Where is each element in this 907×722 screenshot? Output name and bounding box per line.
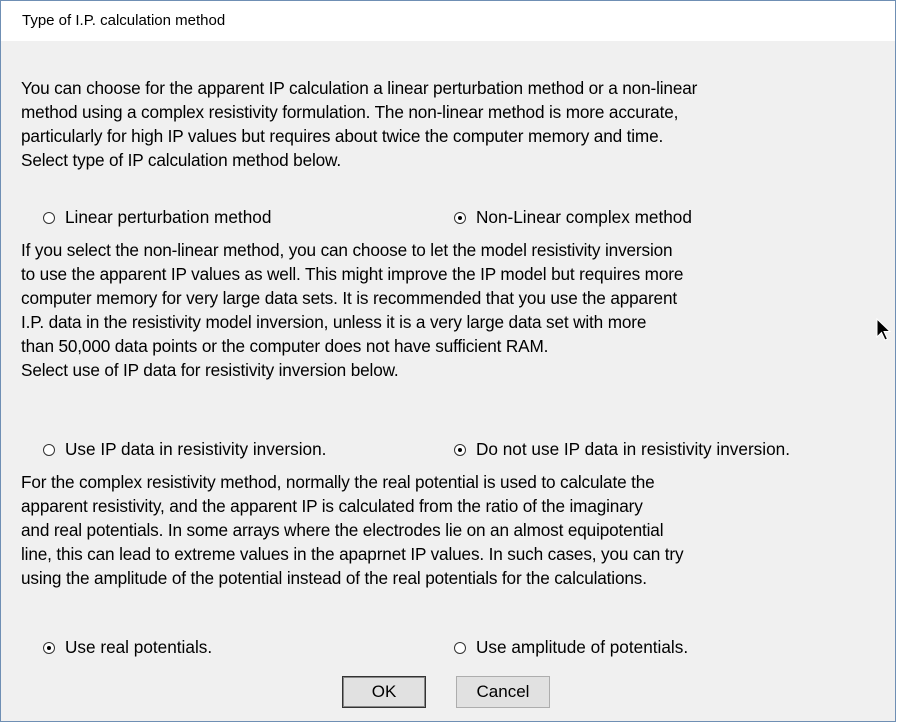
mouse-pointer-icon [876,318,892,341]
description-line: apparent resistivity, and the apparent I… [21,496,643,516]
dialog-titlebar[interactable]: Type of I.P. calculation method [1,1,895,41]
description-line: than 50,000 data points or the computer … [21,336,549,356]
ip-method-description: You can choose for the apparent IP calcu… [21,76,697,172]
radio-label: Use real potentials. [65,637,213,657]
radio-circle-checked[interactable] [43,641,55,654]
description-line: and real potentials. In some arrays wher… [21,520,664,540]
potential-type-radio-group: Use real potentials. Use amplitude of po… [1,634,895,660]
dialog-title: Type of I.P. calculation method [22,12,226,29]
radio-linear-perturbation[interactable]: Linear perturbation method [43,207,271,228]
ip-data-usage-description: If you select the non-linear method, you… [21,238,683,382]
radio-circle-checked[interactable] [454,443,466,456]
description-line: You can choose for the apparent IP calcu… [21,78,698,98]
radio-use-amplitude[interactable]: Use amplitude of potentials. [454,637,688,658]
cancel-button[interactable]: Cancel [456,676,550,708]
description-line: Select type of IP calculation method bel… [21,150,341,170]
ip-method-dialog: Type of I.P. calculation method You can … [0,0,896,722]
radio-use-real-potentials[interactable]: Use real potentials. [43,637,212,658]
description-line: line, this can lead to extreme values in… [21,544,684,564]
radio-label: Do not use IP data in resistivity invers… [476,439,790,459]
radio-circle[interactable] [43,443,55,456]
radio-non-linear-complex[interactable]: Non-Linear complex method [454,207,692,228]
radio-label: Use IP data in resistivity inversion. [65,439,327,459]
description-line: to use the apparent IP values as well. T… [21,264,684,284]
radio-label: Linear perturbation method [65,207,272,227]
radio-circle[interactable] [43,211,55,224]
description-line: If you select the non-linear method, you… [21,240,673,260]
radio-do-not-use-ip-data[interactable]: Do not use IP data in resistivity invers… [454,439,790,460]
ok-button[interactable]: OK [342,676,426,708]
radio-circle-checked[interactable] [454,211,466,224]
radio-circle[interactable] [454,641,466,654]
ip-method-radio-group: Linear perturbation method Non-Linear co… [1,203,895,229]
radio-use-ip-data[interactable]: Use IP data in resistivity inversion. [43,439,326,460]
radio-label: Use amplitude of potentials. [476,637,689,657]
description-line: method using a complex resistivity formu… [21,102,679,122]
description-line: For the complex resistivity method, norm… [21,472,655,492]
description-line: particularly for high IP values but requ… [21,126,664,146]
description-line: Select use of IP data for resistivity in… [21,360,399,380]
radio-label: Non-Linear complex method [476,207,692,227]
description-line: computer memory for very large data sets… [21,288,677,308]
ip-data-usage-radio-group: Use IP data in resistivity inversion. Do… [1,436,895,462]
description-line: using the amplitude of the potential ins… [21,568,647,588]
description-line: I.P. data in the resistivity model inver… [21,312,647,332]
potential-type-description: For the complex resistivity method, norm… [21,470,684,590]
